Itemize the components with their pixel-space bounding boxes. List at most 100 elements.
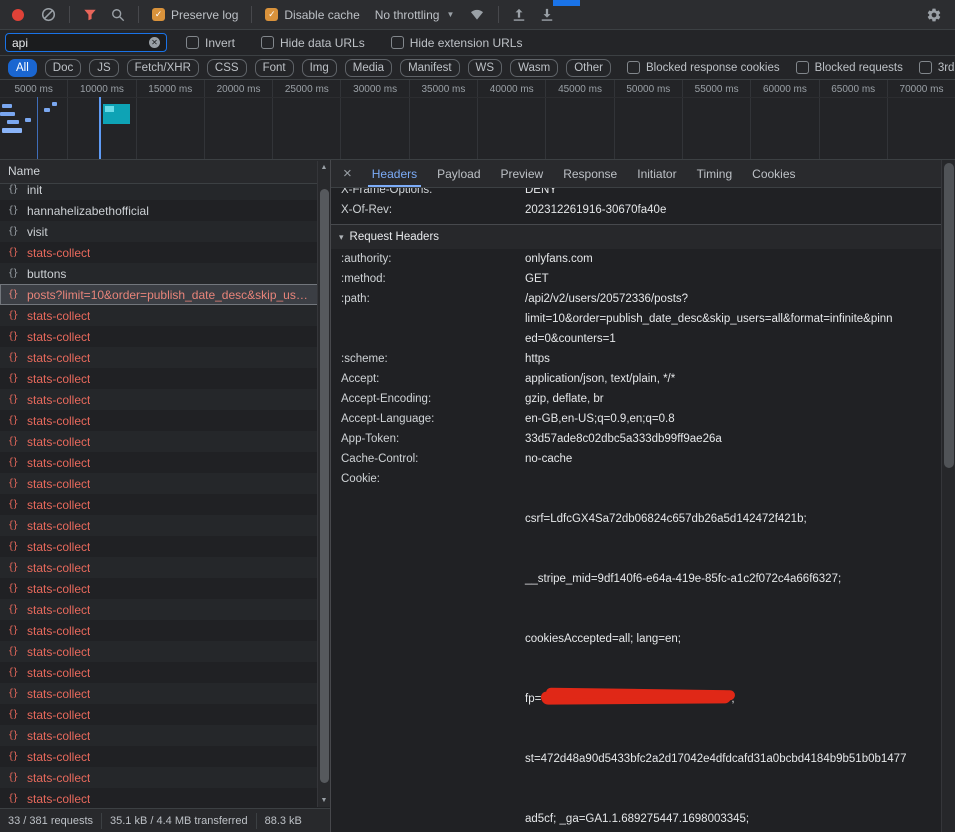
request-row[interactable]: {} hannahelizabethofficial (0, 200, 330, 221)
detail-scrollbar[interactable] (941, 160, 955, 832)
request-row[interactable]: {} posts?limit=10&order=publish_date_des… (0, 284, 330, 305)
header-name: :scheme: (331, 349, 525, 369)
scrollbar-thumb[interactable] (320, 189, 329, 783)
filter-pill[interactable]: Doc (45, 59, 81, 77)
header-value: gzip, deflate, br (525, 389, 604, 409)
detail-tab[interactable]: Timing (687, 160, 743, 187)
filter-pill[interactable]: JS (89, 59, 118, 77)
request-row[interactable]: {} stats-collect (0, 767, 330, 788)
hide-extension-urls-checkbox[interactable]: ✓ Hide extension URLs (391, 36, 523, 50)
request-row[interactable]: {} stats-collect (0, 347, 330, 368)
filter-pill[interactable]: WS (468, 59, 503, 77)
detail-tab[interactable]: Response (553, 160, 627, 187)
request-row[interactable]: {} stats-collect (0, 557, 330, 578)
detail-tab[interactable]: Headers (362, 160, 427, 187)
request-row[interactable]: {} stats-collect (0, 578, 330, 599)
detail-tab[interactable]: Initiator (627, 160, 686, 187)
filter-pill[interactable]: Manifest (400, 59, 459, 77)
filter-pill[interactable]: Media (345, 59, 392, 77)
request-row[interactable]: {} stats-collect (0, 326, 330, 347)
request-row[interactable]: {} visit (0, 221, 330, 242)
request-row[interactable]: {} stats-collect (0, 452, 330, 473)
checkbox-box: ✓ (627, 61, 640, 74)
request-row[interactable]: {} stats-collect (0, 368, 330, 389)
detail-tab[interactable]: Preview (491, 160, 554, 187)
scrollbar-thumb[interactable] (944, 163, 954, 468)
request-row[interactable]: {} stats-collect (0, 305, 330, 326)
third-party-requests-checkbox[interactable]: ✓ 3rd-party requests (919, 61, 955, 74)
disable-cache-checkbox[interactable]: ✓ Disable cache (265, 8, 359, 22)
request-row[interactable]: {} init (0, 184, 330, 200)
filter-pill[interactable]: Fetch/XHR (127, 59, 199, 77)
throttling-select[interactable]: No throttling ▼ (375, 8, 455, 22)
export-har-button[interactable] (540, 8, 554, 22)
panel-divider[interactable] (330, 160, 331, 832)
hide-data-urls-checkbox[interactable]: ✓ Hide data URLs (261, 36, 365, 50)
request-row[interactable]: {} stats-collect (0, 704, 330, 725)
filter-pill[interactable]: Font (255, 59, 294, 77)
detail-tab[interactable]: Cookies (742, 160, 805, 187)
blocked-requests-checkbox[interactable]: ✓ Blocked requests (796, 61, 903, 74)
name-column-header[interactable]: Name (0, 160, 330, 184)
request-row[interactable]: {} buttons (0, 263, 330, 284)
request-name: stats-collect (27, 624, 90, 638)
filter-pill[interactable]: Wasm (510, 59, 558, 77)
tab-label: Payload (437, 167, 480, 181)
timeline-column: 60000 ms (751, 80, 819, 159)
list-scrollbar[interactable]: ▲ ▼ (317, 161, 330, 807)
request-row[interactable]: {} stats-collect (0, 788, 330, 808)
filter-pill[interactable]: All (8, 59, 37, 77)
detail-tab[interactable]: Payload (427, 160, 490, 187)
script-file-icon: {} (8, 184, 21, 195)
timeline-overview[interactable]: 5000 ms 10000 ms 15000 ms 20000 ms 25000… (0, 80, 955, 160)
network-conditions-icon[interactable] (469, 8, 485, 21)
header-name: Cookie: (331, 469, 525, 489)
checkbox-label: Hide data URLs (280, 36, 365, 50)
preserve-log-checkbox[interactable]: ✓ Preserve log (152, 8, 238, 22)
request-row[interactable]: {} stats-collect (0, 410, 330, 431)
request-row[interactable]: {} stats-collect (0, 599, 330, 620)
request-row[interactable]: {} stats-collect (0, 494, 330, 515)
close-details-button[interactable]: × (331, 165, 362, 182)
request-row[interactable]: {} stats-collect (0, 431, 330, 452)
script-file-icon: {} (8, 289, 21, 300)
filter-pill[interactable]: CSS (207, 59, 247, 77)
request-name: stats-collect (27, 435, 90, 449)
request-row[interactable]: {} stats-collect (0, 389, 330, 410)
clear-filter-icon[interactable]: ✕ (149, 37, 160, 48)
header-row: Accept-Language: en-GB,en-US;q=0.9,en;q=… (331, 409, 941, 429)
clear-network-log-button[interactable] (41, 7, 56, 22)
settings-gear-button[interactable] (926, 7, 942, 23)
script-file-icon: {} (8, 541, 21, 552)
request-row[interactable]: {} stats-collect (0, 683, 330, 704)
request-name: stats-collect (27, 309, 90, 323)
request-row[interactable]: {} stats-collect (0, 536, 330, 557)
invert-checkbox[interactable]: ✓ Invert (186, 36, 235, 50)
search-icon[interactable] (111, 8, 125, 22)
request-name: stats-collect (27, 393, 90, 407)
filter-pill-label: Fetch/XHR (135, 62, 191, 74)
request-name: stats-collect (27, 351, 90, 365)
request-row[interactable]: {} stats-collect (0, 620, 330, 641)
request-row[interactable]: {} stats-collect (0, 725, 330, 746)
request-name: stats-collect (27, 330, 90, 344)
request-row[interactable]: {} stats-collect (0, 515, 330, 536)
scroll-down-arrow[interactable]: ▼ (318, 794, 330, 807)
request-row[interactable]: {} stats-collect (0, 746, 330, 767)
filter-pill[interactable]: Other (566, 59, 611, 77)
scroll-up-arrow[interactable]: ▲ (318, 161, 330, 174)
request-row[interactable]: {} stats-collect (0, 641, 330, 662)
record-button[interactable] (12, 9, 24, 21)
blocked-response-cookies-checkbox[interactable]: ✓ Blocked response cookies (627, 61, 780, 74)
filter-pill-label: Other (574, 62, 603, 74)
filter-pill[interactable]: Img (302, 59, 337, 77)
timeline-label: 10000 ms (80, 84, 124, 95)
request-headers-section-toggle[interactable]: ▾ Request Headers (331, 225, 941, 249)
import-har-button[interactable] (512, 8, 526, 22)
request-row[interactable]: {} stats-collect (0, 473, 330, 494)
request-row[interactable]: {} stats-collect (0, 662, 330, 683)
header-row: Cache-Control: no-cache (331, 449, 941, 469)
filter-toggle-icon[interactable] (83, 8, 97, 22)
request-row[interactable]: {} stats-collect (0, 242, 330, 263)
filter-input[interactable]: api ✕ (5, 33, 167, 52)
